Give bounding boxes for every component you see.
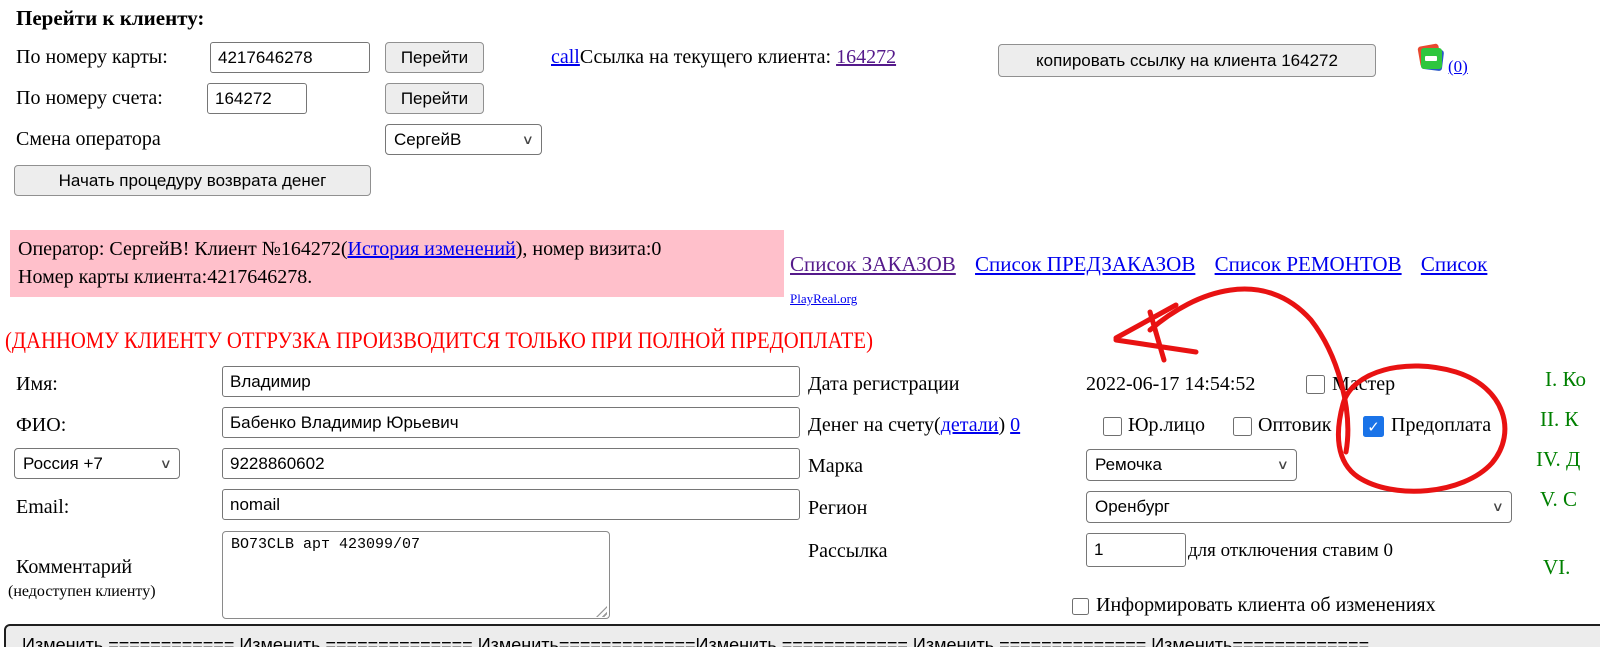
side-menu-item-2[interactable]: II. К — [1540, 407, 1579, 432]
opt-checkbox[interactable] — [1233, 417, 1252, 436]
operator-select-value: СергейВ — [394, 129, 462, 149]
email-input[interactable] — [222, 489, 800, 520]
client-link-row: callСсылка на текущего клиента: 164272 — [551, 46, 896, 69]
comment-sublabel: (недоступен клиенту) — [8, 583, 156, 600]
brand-select-value: Ремочка — [1095, 455, 1162, 474]
account-number-input[interactable] — [207, 83, 307, 114]
region-select-value: Оренбург — [1095, 497, 1170, 516]
notify-checkbox-label: Информировать клиента об изменениях — [1096, 594, 1436, 616]
annotation-arrowhead-slash — [1147, 309, 1167, 363]
mailing-hint: для отключения ставим 0 — [1188, 540, 1394, 561]
region-select[interactable]: Оренбург — [1086, 491, 1512, 523]
operator-info-text-2: ), номер визита:0 — [515, 238, 662, 260]
operator-switch-label: Смена оператора — [16, 128, 161, 150]
messages-count-link[interactable]: (0) — [1448, 57, 1468, 77]
side-menu-item-3[interactable]: IV. Д — [1536, 447, 1580, 472]
operator-info-card-line: Номер карты клиента:4217646278. — [18, 266, 313, 289]
truncated-list-link[interactable]: Список — [1421, 252, 1488, 276]
side-menu-item-5[interactable]: VI. — [1543, 555, 1570, 580]
orders-list-link[interactable]: Список ЗАКАЗОВ — [790, 252, 956, 276]
current-client-label: Ссылка на текущего клиента: — [579, 46, 837, 68]
history-changes-link[interactable]: История изменений — [347, 238, 515, 260]
comment-label: Комментарий — [16, 556, 133, 578]
master-checkbox[interactable] — [1306, 375, 1325, 394]
playreal-site-link[interactable]: PlayReal.org — [790, 291, 857, 307]
side-menu-item-4[interactable]: V. С — [1540, 487, 1577, 512]
money-details-link[interactable]: детали — [941, 414, 999, 436]
goto-by-account-button[interactable]: Перейти — [385, 83, 484, 114]
operator-info-text-1: Оператор: СергейВ! Клиент №164272( — [18, 238, 348, 260]
repairs-list-link[interactable]: Список РЕМОНТОВ — [1215, 252, 1402, 276]
jur-checkbox-label: Юр.лицо — [1128, 414, 1205, 436]
call-link[interactable]: call — [551, 46, 580, 68]
money-label-close: ) — [998, 414, 1006, 436]
goto-by-card-button[interactable]: Перейти — [385, 42, 484, 73]
phone-country-value: Россия +7 — [23, 453, 103, 473]
mailing-label: Рассылка — [808, 540, 888, 562]
lists-nav: Список ЗАКАЗОВ Список ПРЕДЗАКАЗОВ Список… — [790, 252, 1501, 277]
name-input[interactable] — [222, 366, 800, 397]
prepay-checkbox-label: Предоплата — [1391, 414, 1492, 436]
phone-country-select[interactable]: Россия +7 — [14, 448, 180, 479]
operator-info-box: Оператор: СергейВ! Клиент №164272(Истори… — [10, 230, 784, 297]
reg-date-label: Дата регистрации — [808, 373, 960, 395]
money-amount-link[interactable]: 0 — [1010, 414, 1020, 436]
annotation-arrowhead-upper — [1113, 302, 1179, 341]
stack-icon-bar — [1425, 56, 1437, 61]
goto-account-label: По номеру счета: — [16, 87, 163, 109]
goto-card-label: По номеру карты: — [16, 46, 168, 68]
side-menu-item-1[interactable]: I. Ко — [1545, 367, 1586, 392]
client-id-link[interactable]: 164272 — [836, 46, 896, 68]
annotation-arrowhead-lower — [1113, 337, 1199, 355]
brand-select[interactable]: Ремочка — [1086, 449, 1297, 481]
opt-checkbox-label: Оптовик — [1258, 414, 1332, 436]
fio-input[interactable] — [222, 407, 800, 438]
preorders-list-link[interactable]: Список ПРЕДЗАКАЗОВ — [975, 252, 1195, 276]
prepay-checkbox[interactable] — [1363, 416, 1384, 437]
jur-checkbox[interactable] — [1103, 417, 1122, 436]
master-checkbox-label: Мастер — [1332, 373, 1396, 395]
copy-client-link-button[interactable]: копировать ссылку на клиента 164272 — [998, 44, 1376, 77]
notify-checkbox[interactable] — [1072, 598, 1089, 615]
card-number-input[interactable] — [210, 42, 370, 73]
phone-input[interactable] — [222, 448, 800, 479]
mailing-input[interactable] — [1086, 533, 1186, 567]
name-label: Имя: — [16, 373, 58, 395]
operator-select[interactable]: СергейВ — [385, 124, 542, 155]
fio-label: ФИО: — [16, 414, 67, 436]
bottom-change-button[interactable]: Изменить ============ Изменить =========… — [4, 624, 1600, 647]
money-row: Денег на счету(детали) 0 — [808, 414, 1020, 437]
brand-label: Марка — [808, 455, 863, 477]
reg-date-value: 2022-06-17 14:54:52 — [1086, 373, 1256, 395]
prepayment-warning-text: (ДАННОМУ КЛИЕНТУ ОТГРУЗКА ПРОИЗВОДИТСЯ Т… — [5, 328, 873, 353]
refund-procedure-button[interactable]: Начать процедуру возврата денег — [14, 165, 371, 196]
comment-textarea[interactable]: BO73CLB арт 423099/07 — [222, 531, 610, 619]
email-label: Email: — [16, 496, 70, 518]
region-label: Регион — [808, 497, 868, 519]
messages-stack-icon[interactable] — [1417, 43, 1446, 73]
money-label: Денег на счету( — [808, 414, 941, 436]
client-crm-page: Перейти к клиенту: По номеру карты: Пере… — [0, 0, 1600, 647]
page-title: Перейти к клиенту: — [16, 6, 205, 30]
